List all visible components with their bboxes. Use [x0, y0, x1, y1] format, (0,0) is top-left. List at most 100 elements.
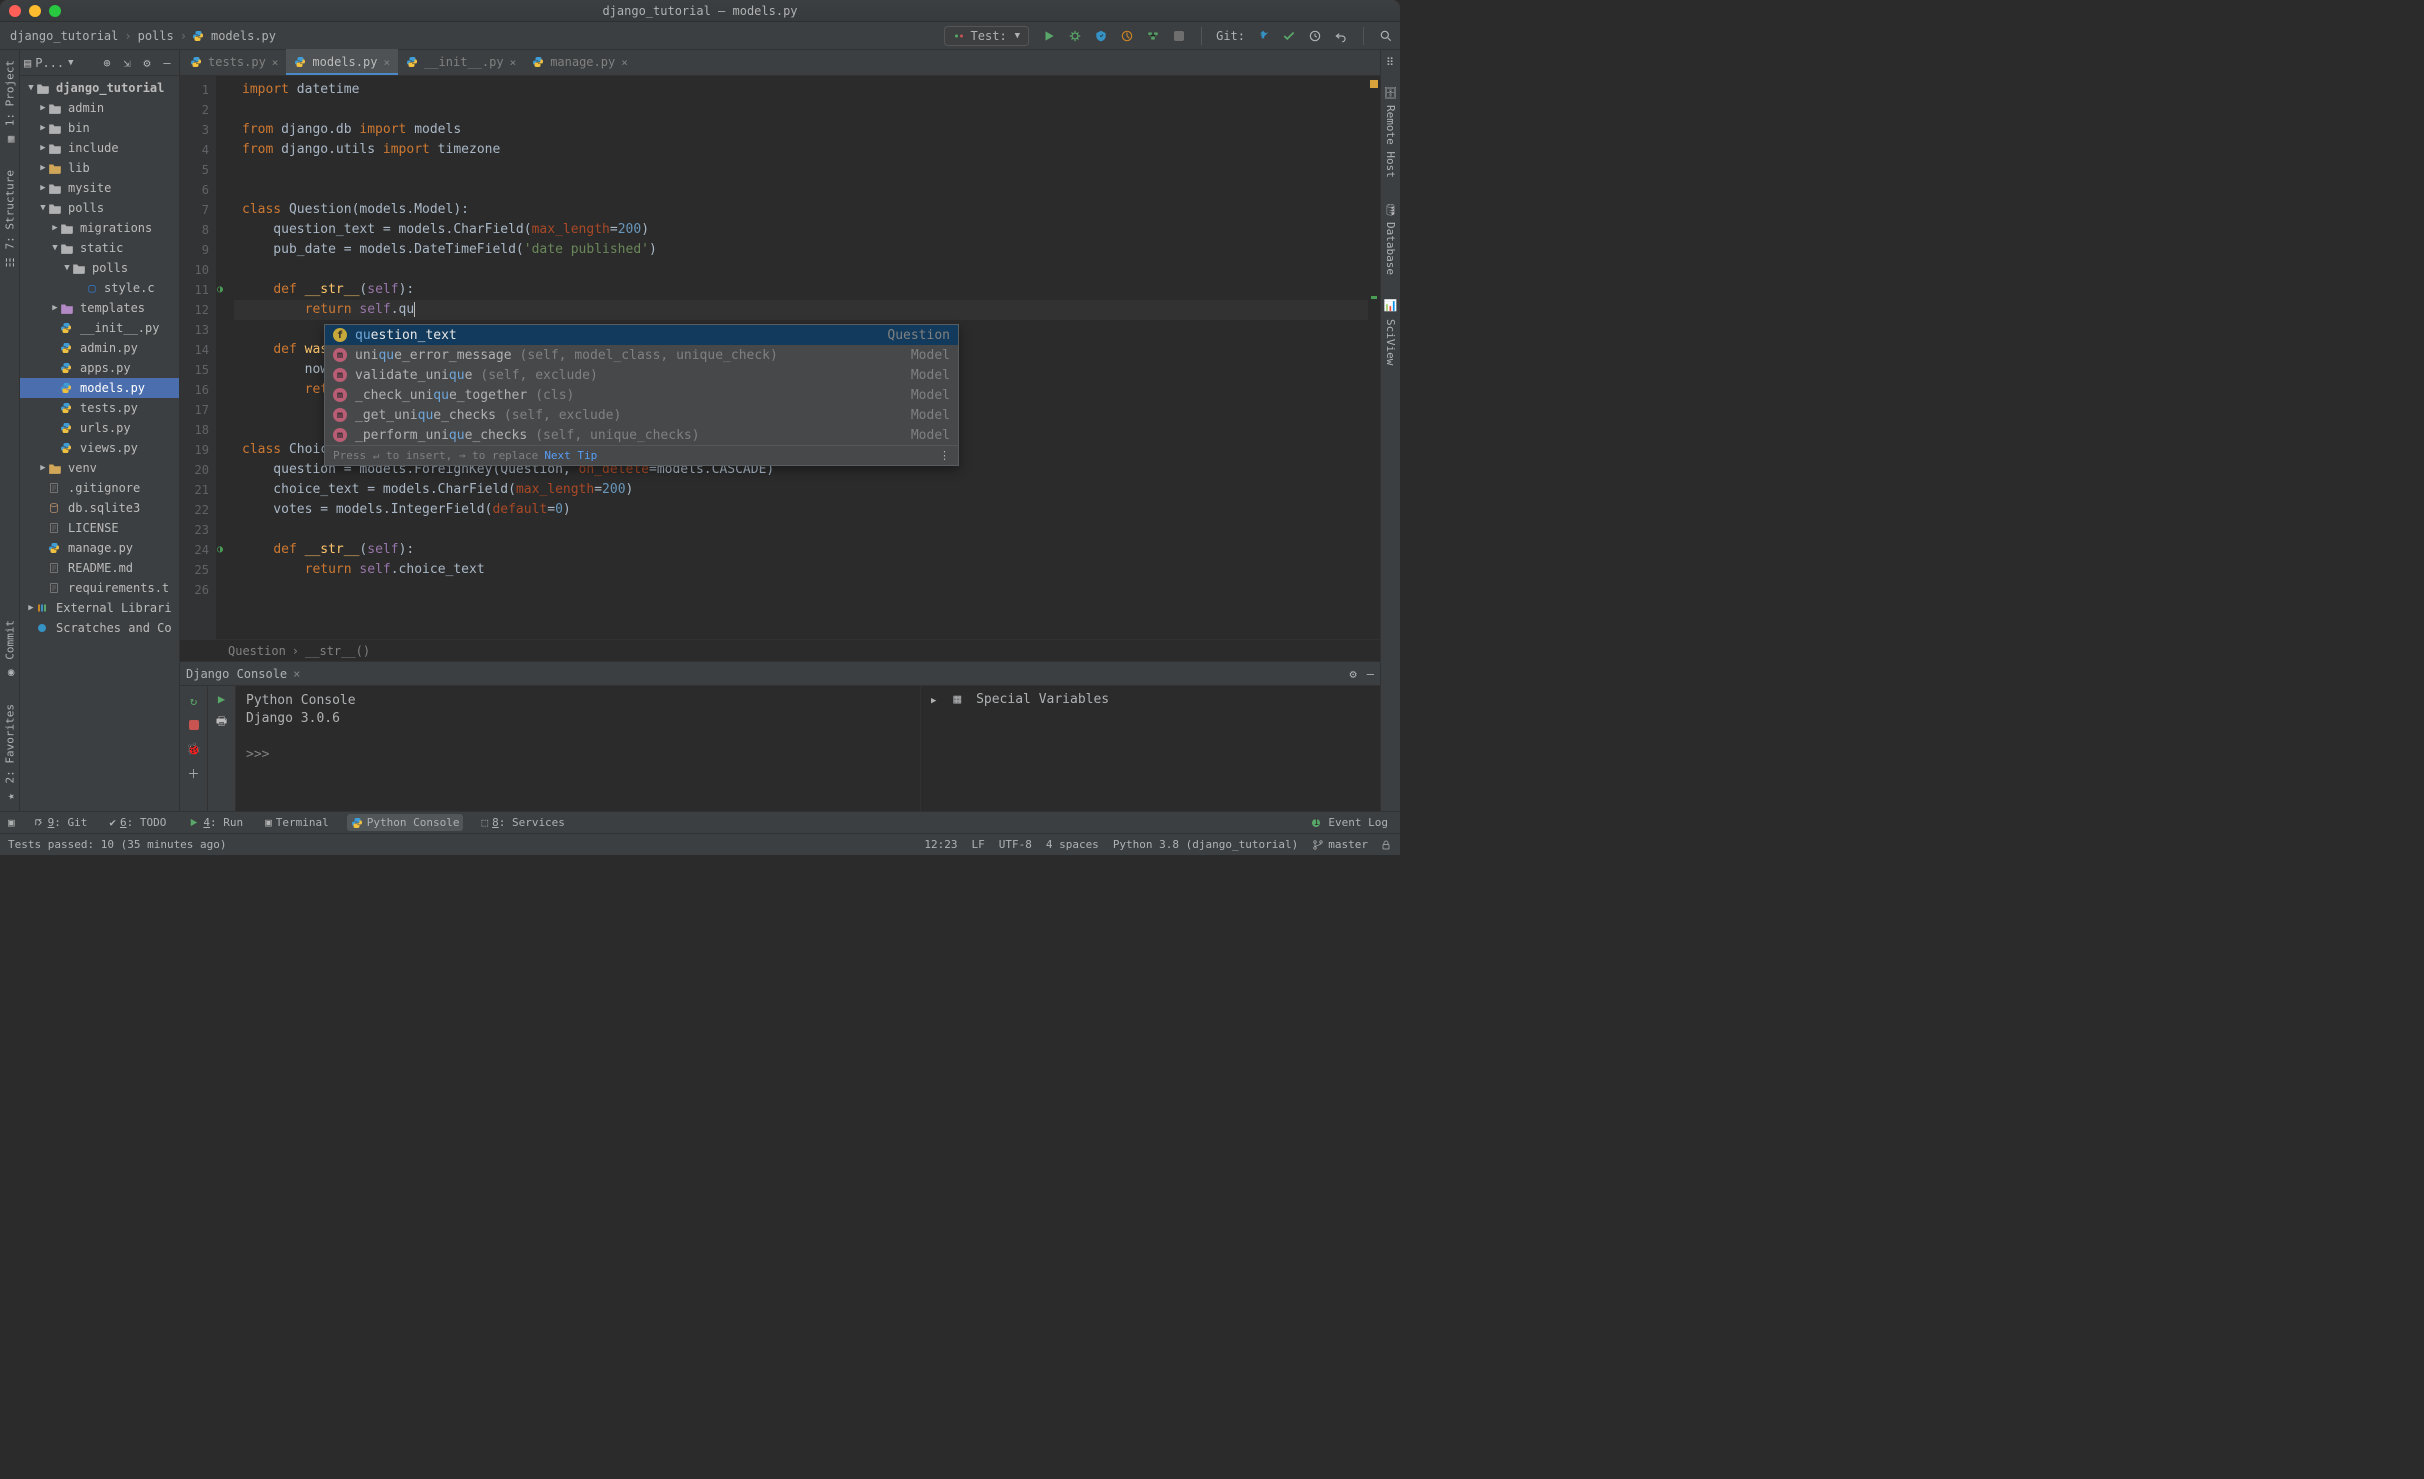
- project-view-selector[interactable]: P...: [35, 56, 64, 70]
- bottom-tool-tab[interactable]: ✔6: TODO: [105, 814, 170, 831]
- project-tree-node[interactable]: LICENSE: [20, 518, 179, 538]
- project-tree-node[interactable]: urls.py: [20, 418, 179, 438]
- disclosure-triangle-icon[interactable]: ▶: [38, 123, 48, 133]
- project-tree-node[interactable]: models.py: [20, 378, 179, 398]
- line-number[interactable]: 9: [180, 240, 209, 260]
- bottom-tool-tab[interactable]: ▣Terminal: [261, 814, 333, 831]
- vcs-update-button[interactable]: [1255, 28, 1271, 44]
- collapse-all-button[interactable]: ⇲: [119, 56, 135, 70]
- project-tree-node[interactable]: __init__.py: [20, 318, 179, 338]
- close-tab-icon[interactable]: ×: [383, 56, 390, 69]
- code-line[interactable]: [234, 160, 1368, 180]
- show-variables-button[interactable]: 🖶: [216, 712, 227, 733]
- project-tree-node[interactable]: ▼static: [20, 238, 179, 258]
- show-tool-windows-button[interactable]: ▣: [8, 816, 15, 829]
- line-number[interactable]: 7: [180, 200, 209, 220]
- line-number[interactable]: 18: [180, 420, 209, 440]
- hide-button[interactable]: —: [159, 56, 175, 70]
- line-number[interactable]: 23: [180, 520, 209, 540]
- gutter[interactable]: 12345678910◑11121314151617181920212223◑2…: [180, 76, 216, 639]
- code-line[interactable]: [234, 100, 1368, 120]
- maximize-window-button[interactable]: [49, 5, 61, 17]
- completion-item[interactable]: mvalidate_unique(self, exclude)Model: [325, 365, 958, 385]
- tool-window-tab-favorites[interactable]: ★ 2: Favorites: [1, 696, 19, 811]
- project-tree-node[interactable]: ▼polls: [20, 258, 179, 278]
- code-line[interactable]: import datetime: [234, 80, 1368, 100]
- line-number[interactable]: 17: [180, 400, 209, 420]
- editor-breadcrumb[interactable]: Question › __str__(): [180, 639, 1380, 661]
- code-line[interactable]: return self.qu: [234, 300, 1368, 320]
- bottom-tool-tab[interactable]: 4: Run: [184, 814, 247, 831]
- tool-window-tab-remote-host[interactable]: 🗄 Remote Host: [1382, 77, 1400, 186]
- code-line[interactable]: from django.db import models: [234, 120, 1368, 140]
- line-number[interactable]: 12: [180, 300, 209, 320]
- debug-button[interactable]: [1067, 28, 1083, 44]
- settings-icon[interactable]: ⚙: [139, 56, 155, 70]
- code-line[interactable]: class Question(models.Model):: [234, 200, 1368, 220]
- project-tree-node[interactable]: ▢style.c: [20, 278, 179, 298]
- close-window-button[interactable]: [9, 5, 21, 17]
- project-tree-node[interactable]: ▼polls: [20, 198, 179, 218]
- editor-breadcrumb-item[interactable]: __str__(): [305, 644, 370, 658]
- code-line[interactable]: from django.utils import timezone: [234, 140, 1368, 160]
- line-number[interactable]: 1: [180, 80, 209, 100]
- code-line[interactable]: [234, 180, 1368, 200]
- line-number[interactable]: 13: [180, 320, 209, 340]
- completion-item[interactable]: m_perform_unique_checks(self, unique_che…: [325, 425, 958, 445]
- vcs-history-button[interactable]: [1307, 28, 1323, 44]
- more-icon[interactable]: ⠿: [1386, 56, 1395, 69]
- code-completion-popup[interactable]: fquestion_textQuestionmunique_error_mess…: [324, 324, 959, 466]
- concurrency-button[interactable]: [1145, 28, 1161, 44]
- breadcrumb-item[interactable]: django_tutorial: [8, 27, 120, 45]
- project-tree-node[interactable]: db.sqlite3: [20, 498, 179, 518]
- disclosure-triangle-icon[interactable]: ▼: [50, 243, 60, 253]
- attach-debugger-button[interactable]: 🐞: [185, 740, 203, 758]
- editor-tab[interactable]: models.py×: [286, 49, 398, 75]
- line-number[interactable]: 16: [180, 380, 209, 400]
- status-git-branch[interactable]: master: [1312, 838, 1368, 851]
- project-tree-node[interactable]: ▶External Librari: [20, 598, 179, 618]
- project-tree-node[interactable]: ▶admin: [20, 98, 179, 118]
- code-line[interactable]: votes = models.IntegerField(default=0): [234, 500, 1368, 520]
- settings-icon[interactable]: ⚙: [1350, 667, 1357, 681]
- line-number[interactable]: 15: [180, 360, 209, 380]
- tool-window-tab-structure[interactable]: ☷ 7: Structure: [1, 162, 19, 277]
- override-gutter-icon[interactable]: ◑: [217, 280, 223, 300]
- editor-tab[interactable]: __init__.py×: [398, 49, 524, 75]
- line-number[interactable]: 22: [180, 500, 209, 520]
- code-line[interactable]: [234, 260, 1368, 280]
- project-tree-node[interactable]: ▶bin: [20, 118, 179, 138]
- tool-window-tab-commit[interactable]: ◉ Commit: [1, 612, 19, 688]
- project-tree-node[interactable]: ▶venv: [20, 458, 179, 478]
- rerun-button[interactable]: ↻: [185, 692, 203, 710]
- code-line[interactable]: question_text = models.CharField(max_len…: [234, 220, 1368, 240]
- code-line[interactable]: [234, 520, 1368, 540]
- code-line[interactable]: def __str__(self):: [234, 540, 1368, 560]
- editor-tab[interactable]: tests.py×: [182, 49, 286, 75]
- breadcrumb-item[interactable]: models.py: [209, 27, 278, 45]
- line-number[interactable]: 2: [180, 100, 209, 120]
- project-tree-node[interactable]: Scratches and Co: [20, 618, 179, 638]
- code-line[interactable]: choice_text = models.CharField(max_lengt…: [234, 480, 1368, 500]
- tool-window-tab-database[interactable]: 🛢 Database: [1382, 194, 1400, 283]
- line-number[interactable]: 4: [180, 140, 209, 160]
- project-tree-node[interactable]: tests.py: [20, 398, 179, 418]
- project-tree-node[interactable]: .gitignore: [20, 478, 179, 498]
- tool-window-tab-project[interactable]: ▦ 1: Project: [1, 52, 19, 154]
- project-tree-node[interactable]: ▶include: [20, 138, 179, 158]
- project-tree-node[interactable]: requirements.t: [20, 578, 179, 598]
- code-line[interactable]: pub_date = models.DateTimeField('date pu…: [234, 240, 1368, 260]
- project-tree-node[interactable]: views.py: [20, 438, 179, 458]
- project-tree-node[interactable]: ▶mysite: [20, 178, 179, 198]
- breadcrumb-item[interactable]: polls: [136, 27, 176, 45]
- new-console-button[interactable]: ＋: [185, 764, 203, 782]
- project-tree-node[interactable]: ▶templates: [20, 298, 179, 318]
- select-opened-file-button[interactable]: ⊕: [99, 56, 115, 70]
- status-encoding[interactable]: UTF-8: [999, 838, 1032, 851]
- disclosure-triangle-icon[interactable]: ▶: [50, 303, 60, 313]
- line-number[interactable]: 19: [180, 440, 209, 460]
- tool-window-tab-sciview[interactable]: 📊 SciView: [1382, 291, 1400, 373]
- more-icon[interactable]: ⋮: [939, 449, 950, 462]
- expand-icon[interactable]: ▶: [931, 696, 936, 706]
- read-only-toggle[interactable]: [1380, 839, 1392, 851]
